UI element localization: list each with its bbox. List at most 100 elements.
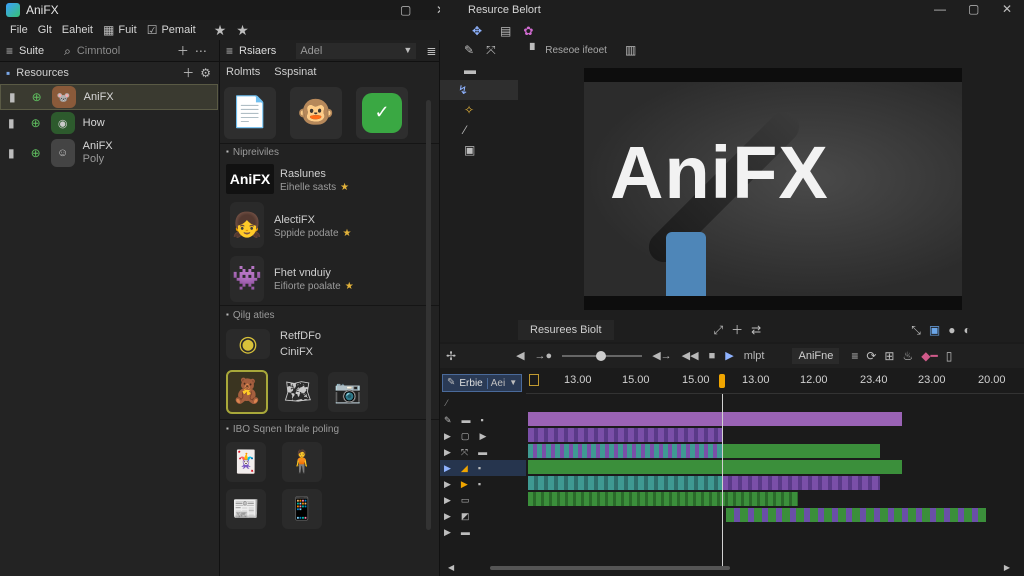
restore-icon[interactable]: ▢ — [400, 4, 411, 16]
add-icon[interactable]: ＋ — [177, 45, 189, 57]
pin-icon[interactable]: ★ — [214, 23, 227, 37]
curve-tool-icon[interactable]: ↯ — [458, 84, 468, 96]
star-icon[interactable]: ★ — [236, 23, 249, 37]
track-header-selected[interactable]: ▶ ◢ ▪ — [440, 460, 526, 476]
minimize-icon[interactable]: — — [934, 3, 946, 15]
timeline-clip[interactable] — [528, 412, 902, 426]
preview-canvas[interactable]: AniFX — [584, 68, 962, 310]
timeline-clip[interactable] — [528, 476, 722, 490]
pen-tool-icon[interactable]: ✎ — [464, 44, 474, 56]
track-header[interactable]: ▶ ▬ — [440, 524, 526, 540]
timeline-clip[interactable] — [528, 428, 722, 442]
character-thumbnail[interactable]: 🐵 — [290, 86, 342, 139]
document-thumbnail[interactable]: 📰 — [226, 489, 266, 529]
timeline-clip[interactable] — [726, 508, 986, 522]
library-section-header[interactable]: ▪ IBO Sqnen Ibrale poling — [220, 420, 439, 438]
marker-icon[interactable]: ◆━ — [921, 350, 937, 362]
scrub-handle[interactable] — [596, 351, 607, 361]
tab-rolmts[interactable]: Rolmts — [226, 66, 260, 78]
library-item[interactable]: AniFX Raslunes Eihelle sasts ★ — [220, 160, 439, 198]
menu-icon[interactable]: ≡ — [226, 45, 233, 57]
scroll-left-icon[interactable]: ◀ — [448, 564, 454, 572]
step-back-icon[interactable]: →● — [535, 350, 553, 362]
list-icon[interactable]: ≡ — [851, 350, 858, 362]
more-icon[interactable]: ⋯ — [195, 45, 207, 57]
resource-item[interactable]: ▮ ⊕ 🐭 AniFX — [0, 84, 218, 110]
library-item[interactable]: 👾 Fhet vnduiy Eifiorte poalate ★ — [220, 252, 439, 306]
record-icon[interactable]: ● — [948, 324, 955, 336]
columns-icon[interactable]: ▥ — [625, 44, 636, 56]
shape-tool-icon[interactable]: ▬ — [464, 64, 476, 76]
visibility-icon[interactable]: ✎ — [444, 415, 452, 425]
expand-track-icon[interactable]: ▶ — [444, 495, 451, 505]
crop-tool-icon[interactable]: ⤧ — [486, 44, 496, 56]
track-dropdown[interactable]: ✎ Erbie Aei ▼ — [442, 374, 522, 392]
add-icon[interactable]: ＋ — [731, 324, 743, 336]
scroll-thumb[interactable] — [490, 566, 731, 570]
timeline-clip[interactable] — [528, 444, 722, 458]
save-icon[interactable]: ▤ — [500, 25, 511, 37]
library-item[interactable]: ◉ RetfDFo CiniFX — [220, 324, 439, 364]
maximize-icon[interactable]: ▢ — [968, 3, 979, 15]
track-lock-icon[interactable]: ▭ — [461, 495, 470, 505]
timeline-clip[interactable] — [528, 492, 798, 506]
stop-icon[interactable]: ■ — [709, 350, 716, 362]
lock-icon[interactable]: ⊕ — [31, 117, 41, 129]
bookmark-icon[interactable]: ▯ — [946, 350, 953, 362]
playhead-marker[interactable] — [719, 374, 725, 388]
transform-tool-icon[interactable]: ✥ — [466, 22, 488, 40]
library-item[interactable]: 👧 AlectiFX Sppide podate ★ — [220, 198, 439, 252]
track-header[interactable]: ✎ ▬ ▪ — [440, 412, 526, 428]
menu-eaheit[interactable]: Eaheit — [62, 24, 93, 36]
expand-track-icon[interactable]: ▶ — [444, 447, 451, 457]
document-thumbnail[interactable]: 📄 — [224, 86, 276, 139]
character-thumbnail[interactable]: 🧍 — [282, 442, 322, 482]
fit-icon[interactable]: ⤢ — [714, 324, 724, 336]
tab-resources-built[interactable]: Resurees Biolt — [518, 320, 614, 340]
prev-frame-icon[interactable]: ◀→ — [652, 350, 671, 362]
tab-library[interactable]: Rsiaers — [239, 45, 276, 57]
menu-glt[interactable]: Glt — [38, 24, 52, 36]
resource-item[interactable]: ▮ ⊕ ◉ How — [0, 110, 218, 136]
visibility-icon[interactable]: ▮ — [9, 91, 16, 103]
track-header[interactable]: ▶ ▭ — [440, 492, 526, 508]
bug-icon[interactable]: ✿ — [523, 25, 533, 37]
rewind-icon[interactable]: ◀ — [516, 350, 524, 362]
expand-track-icon[interactable]: ▶ — [444, 431, 451, 441]
track-header[interactable]: ▶ ◩ — [440, 508, 526, 524]
visibility-icon[interactable]: ▮ — [8, 147, 15, 159]
expand-icon[interactable]: ⤡ — [911, 324, 921, 336]
swap-icon[interactable]: ⇄ — [751, 324, 761, 336]
map-thumbnail[interactable]: 🗺 — [278, 371, 318, 412]
settings-icon[interactable]: ⚙ — [200, 67, 211, 79]
track-lock-icon[interactable]: ⤧ — [461, 447, 468, 457]
scroll-right-icon[interactable]: ▶ — [1004, 564, 1010, 572]
library-dropdown[interactable]: Adel ▼ — [296, 42, 417, 59]
lock-icon[interactable]: ⊕ — [31, 147, 41, 159]
track-lock-icon[interactable]: ◩ — [461, 511, 470, 521]
fire-icon[interactable]: ♨ — [902, 350, 913, 362]
track-lock-icon[interactable]: ▢ — [461, 431, 470, 441]
track-header[interactable]: ▶ ▶ ▪ — [440, 476, 526, 492]
playhead-line[interactable] — [722, 394, 723, 566]
move-icon[interactable]: ✢ — [446, 350, 456, 362]
library-section-header[interactable]: ▪ Qilg aties — [220, 306, 439, 324]
camera-icon[interactable]: ◐ — [963, 324, 970, 336]
time-ruler[interactable]: 13.00 15.00 15.00 13.00 12.00 23.40 23.0… — [526, 372, 1024, 394]
menu-file[interactable]: File — [10, 24, 28, 36]
expand-track-icon[interactable]: ▶ — [444, 479, 451, 489]
image-icon[interactable]: ▣ — [929, 324, 940, 336]
timeline-mode-label[interactable]: mlpt — [744, 350, 765, 362]
tab-sspsinat[interactable]: Sspsinat — [274, 66, 316, 78]
lock-icon[interactable]: ⊕ — [32, 91, 42, 103]
timeline-clip[interactable] — [528, 460, 902, 474]
magic-tool-icon[interactable]: ✧ — [464, 104, 474, 116]
next-frame-icon[interactable]: ◀◀ — [682, 350, 699, 362]
loop-icon[interactable]: ⟳ — [866, 350, 876, 362]
library-scrollbar[interactable] — [426, 100, 431, 530]
expand-track-icon[interactable]: ▶ — [444, 463, 451, 473]
add-resource-icon[interactable]: ＋ — [182, 67, 194, 79]
sticker-thumbnail[interactable]: 🃏 — [226, 442, 266, 482]
close-icon[interactable]: ✕ — [1002, 3, 1012, 15]
image-tool-icon[interactable]: ▣ — [464, 144, 475, 156]
